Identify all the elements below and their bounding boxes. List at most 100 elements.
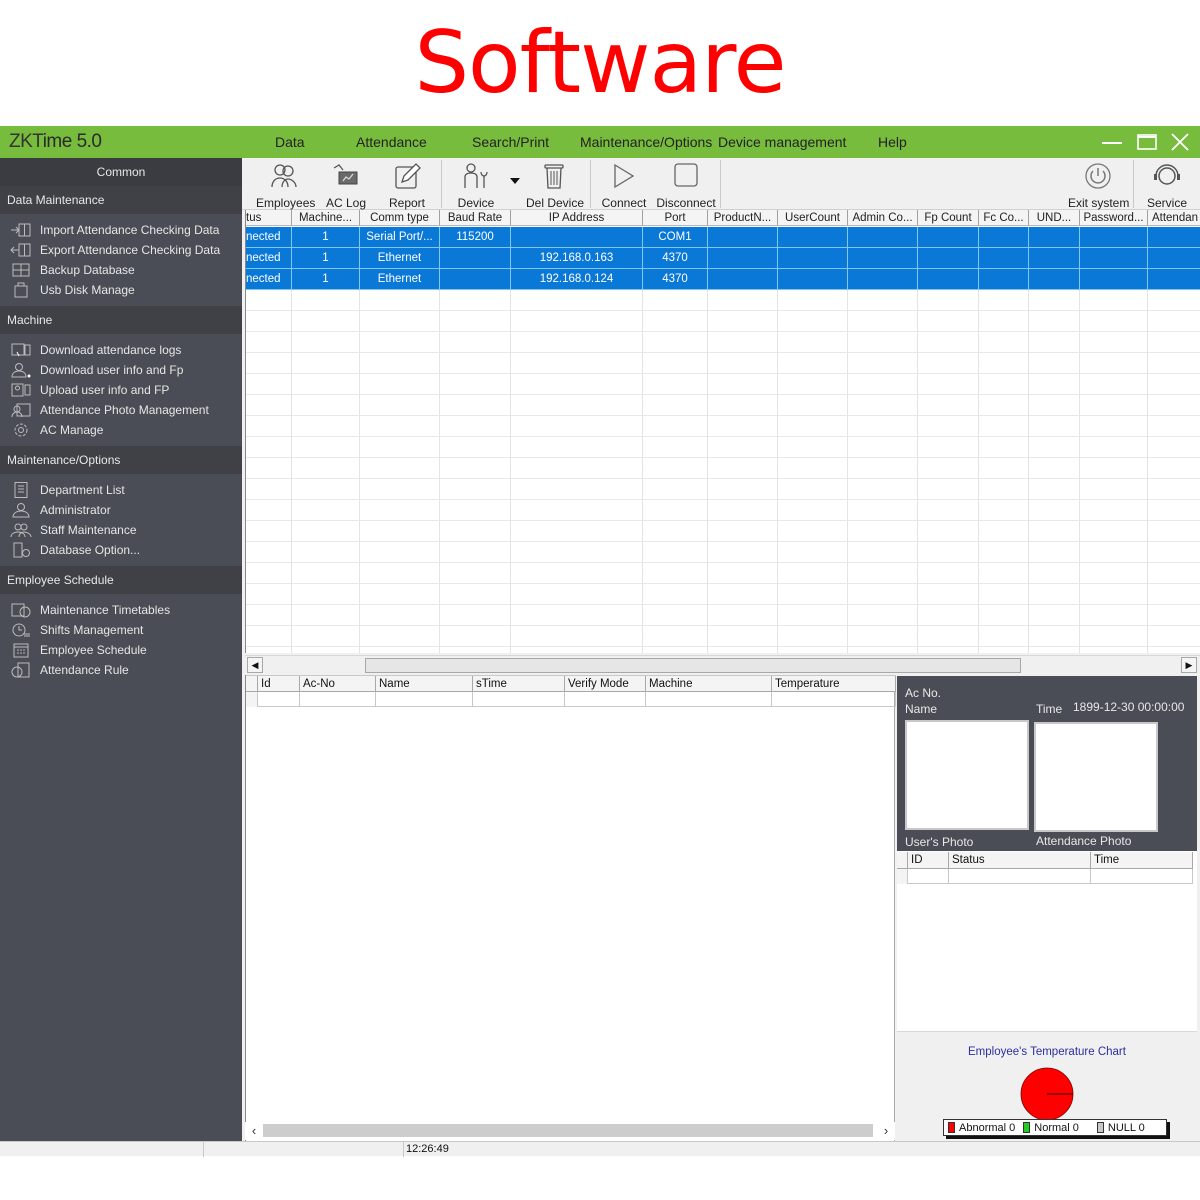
table-row[interactable] <box>246 647 1200 653</box>
sidebar-item-administrator[interactable]: Administrator <box>0 500 242 520</box>
column-header[interactable]: sTime <box>473 676 565 691</box>
menu-search-print[interactable]: Search/Print <box>472 134 549 150</box>
sidebar-section-data-maintenance[interactable]: Data Maintenance <box>0 186 242 214</box>
sidebar-item-department-list[interactable]: Department List <box>0 480 242 500</box>
sidebar-item-timetables[interactable]: Maintenance Timetables <box>0 600 242 620</box>
table-row[interactable] <box>246 458 1200 479</box>
sidebar-item-shifts-management[interactable]: Shifts Management <box>0 620 242 640</box>
column-header[interactable]: UND... <box>1029 210 1080 225</box>
column-header[interactable]: Port <box>643 210 708 225</box>
column-header[interactable]: Temperature <box>772 676 896 691</box>
sidebar-item-database-option[interactable]: Database Option... <box>0 540 242 560</box>
column-header[interactable]: Password... <box>1080 210 1148 225</box>
minimize-button[interactable] <box>1099 130 1125 154</box>
sidebar-item-export-data[interactable]: Export Attendance Checking Data <box>0 240 242 260</box>
scroll-right-button[interactable]: ▶ <box>1181 657 1197 673</box>
device-button[interactable]: Device <box>454 160 498 210</box>
report-button[interactable]: Report <box>385 160 429 210</box>
sidebar-section-employee-schedule[interactable]: Employee Schedule <box>0 566 242 594</box>
column-header[interactable]: Ac-No <box>300 676 376 691</box>
column-header[interactable]: ID <box>908 852 949 868</box>
employees-button[interactable]: Employees <box>256 160 315 210</box>
service-button[interactable]: Service <box>1142 160 1192 210</box>
disconnect-button[interactable]: Disconnect <box>656 160 716 210</box>
device-grid[interactable]: tus Machine... Comm type Baud Rate IP Ad… <box>245 210 1200 653</box>
menu-data[interactable]: Data <box>275 134 305 150</box>
table-row[interactable]: nected 1 Ethernet 192.168.0.163 4370 <box>246 248 1200 269</box>
table-row[interactable] <box>246 542 1200 563</box>
column-header[interactable]: Comm type <box>360 210 440 225</box>
exit-system-button[interactable]: Exit system <box>1068 160 1129 210</box>
sidebar-item-photo-management[interactable]: Attendance Photo Management <box>0 400 242 420</box>
column-header[interactable]: Time <box>1091 852 1193 868</box>
table-row[interactable] <box>246 416 1200 437</box>
sidebar-item-employee-schedule[interactable]: Employee Schedule <box>0 640 242 660</box>
column-header[interactable]: Baud Rate <box>440 210 511 225</box>
column-header[interactable]: ProductN... <box>708 210 778 225</box>
menu-help[interactable]: Help <box>878 134 907 150</box>
table-row[interactable] <box>246 584 1200 605</box>
sidebar-item-staff-maintenance[interactable]: Staff Maintenance <box>0 520 242 540</box>
scroll-thumb[interactable] <box>263 1124 873 1137</box>
sidebar-section-machine[interactable]: Machine <box>0 306 242 334</box>
sidebar-item-download-logs[interactable]: Download attendance logs <box>0 340 242 360</box>
sidebar-item-ac-manage[interactable]: AC Manage <box>0 420 242 440</box>
column-header[interactable]: UserCount <box>778 210 848 225</box>
table-row[interactable] <box>246 479 1200 500</box>
sidebar-item-download-user[interactable]: Download user info and Fp <box>0 360 242 380</box>
sidebar-section-maintenance-options[interactable]: Maintenance/Options <box>0 446 242 474</box>
table-row[interactable] <box>246 521 1200 542</box>
column-header[interactable]: Id <box>258 676 300 691</box>
table-row[interactable]: nected 1 Ethernet 192.168.0.124 4370 <box>246 269 1200 290</box>
del-device-button[interactable]: Del Device <box>526 160 584 210</box>
column-header[interactable]: Fc Co... <box>979 210 1029 225</box>
column-header[interactable]: Fp Count <box>918 210 979 225</box>
table-row[interactable] <box>246 692 896 707</box>
column-header[interactable]: IP Address <box>511 210 643 225</box>
sidebar-item-import-data[interactable]: Import Attendance Checking Data <box>0 220 242 240</box>
log-grid-hscrollbar[interactable]: ‹ › <box>245 1122 895 1140</box>
sidebar-item-upload-user[interactable]: Upload user info and FP <box>0 380 242 400</box>
device-dropdown-arrow-icon[interactable] <box>510 178 520 184</box>
scroll-left-button[interactable]: ◀ <box>247 657 263 673</box>
column-header[interactable]: Verify Mode <box>565 676 646 691</box>
table-row[interactable] <box>246 311 1200 332</box>
table-row[interactable] <box>246 605 1200 626</box>
column-header[interactable]: Name <box>376 676 473 691</box>
table-row[interactable] <box>246 290 1200 311</box>
table-row[interactable] <box>246 626 1200 647</box>
scroll-right-button[interactable]: › <box>879 1122 893 1140</box>
menu-device-management[interactable]: Device management <box>718 134 846 150</box>
column-header[interactable]: Attendan <box>1148 210 1200 225</box>
sidebar-common-tab[interactable]: Common <box>0 158 242 186</box>
column-header[interactable]: Machine <box>646 676 772 691</box>
status-log-grid[interactable]: ID Status Time <box>897 851 1197 1031</box>
table-row[interactable] <box>897 869 1193 884</box>
menu-attendance[interactable]: Attendance <box>356 134 427 150</box>
connect-button[interactable]: Connect <box>600 160 648 210</box>
column-header[interactable]: Status <box>949 852 1091 868</box>
sidebar-item-attendance-rule[interactable]: Attendance Rule <box>0 660 242 680</box>
device-grid-hscrollbar[interactable]: ◀ ▶ <box>245 655 1200 673</box>
table-row[interactable] <box>246 500 1200 521</box>
column-header[interactable]: Admin Co... <box>848 210 918 225</box>
table-row[interactable] <box>246 395 1200 416</box>
scroll-thumb[interactable] <box>365 658 1021 673</box>
sidebar-item-backup-database[interactable]: Backup Database <box>0 260 242 280</box>
table-cell <box>440 269 511 290</box>
table-row[interactable] <box>246 332 1200 353</box>
table-row[interactable] <box>246 353 1200 374</box>
maximize-button[interactable] <box>1134 130 1160 154</box>
table-row[interactable]: nected 1 Serial Port/... 115200 COM1 <box>246 227 1200 248</box>
table-row[interactable] <box>246 563 1200 584</box>
sidebar-item-usb-disk[interactable]: Usb Disk Manage <box>0 280 242 300</box>
column-header[interactable]: Machine... <box>292 210 360 225</box>
close-button[interactable] <box>1167 130 1193 154</box>
menu-maintenance-options[interactable]: Maintenance/Options <box>580 134 712 150</box>
ac-log-button[interactable]: AC Log <box>324 160 368 210</box>
attendance-log-grid[interactable]: Id Ac-No Name sTime Verify Mode Machine … <box>245 675 896 1141</box>
table-row[interactable] <box>246 437 1200 458</box>
table-row[interactable] <box>246 374 1200 395</box>
scroll-left-button[interactable]: ‹ <box>247 1122 261 1140</box>
column-header[interactable]: tus <box>246 210 292 225</box>
